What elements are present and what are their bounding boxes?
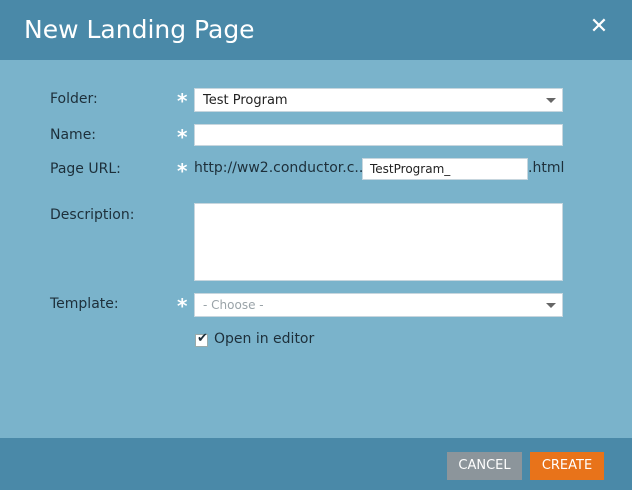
folder-select[interactable]: Test Program (194, 88, 563, 112)
folder-label: Folder: (50, 91, 98, 107)
name-label: Name: (50, 127, 97, 143)
required-marker: * (177, 89, 188, 113)
description-label: Description: (50, 207, 135, 223)
name-input[interactable] (194, 124, 563, 146)
required-marker: * (177, 294, 188, 318)
chevron-down-icon (546, 303, 556, 308)
template-placeholder: - Choose - (203, 298, 264, 312)
template-select[interactable]: - Choose - (194, 293, 563, 317)
page-url-suffix: .html (528, 160, 565, 176)
close-icon[interactable]: ✕ (588, 16, 610, 38)
open-in-editor-label[interactable]: Open in editor (214, 331, 314, 347)
folder-selected-value: Test Program (203, 93, 288, 108)
cancel-button[interactable]: CANCEL (447, 452, 522, 480)
open-in-editor-checkbox[interactable]: ✔ (195, 331, 208, 347)
page-url-input[interactable]: TestProgram_ (362, 158, 528, 180)
dialog-title: New Landing Page (24, 15, 255, 44)
create-button[interactable]: CREATE (530, 452, 604, 480)
page-url-value: TestProgram_ (370, 162, 451, 176)
required-marker: * (177, 159, 188, 183)
page-url-prefix: http://ww2.conductor.c... (194, 160, 368, 176)
new-landing-page-dialog: New Landing Page ✕ Folder: * Test Progra… (0, 0, 632, 490)
description-textarea[interactable] (194, 203, 563, 281)
page-url-label: Page URL: (50, 161, 121, 177)
required-marker: * (177, 125, 188, 149)
checkmark-icon: ✔ (197, 331, 208, 346)
chevron-down-icon (546, 98, 556, 103)
dialog-header: New Landing Page ✕ (0, 0, 632, 60)
template-label: Template: (50, 296, 119, 312)
